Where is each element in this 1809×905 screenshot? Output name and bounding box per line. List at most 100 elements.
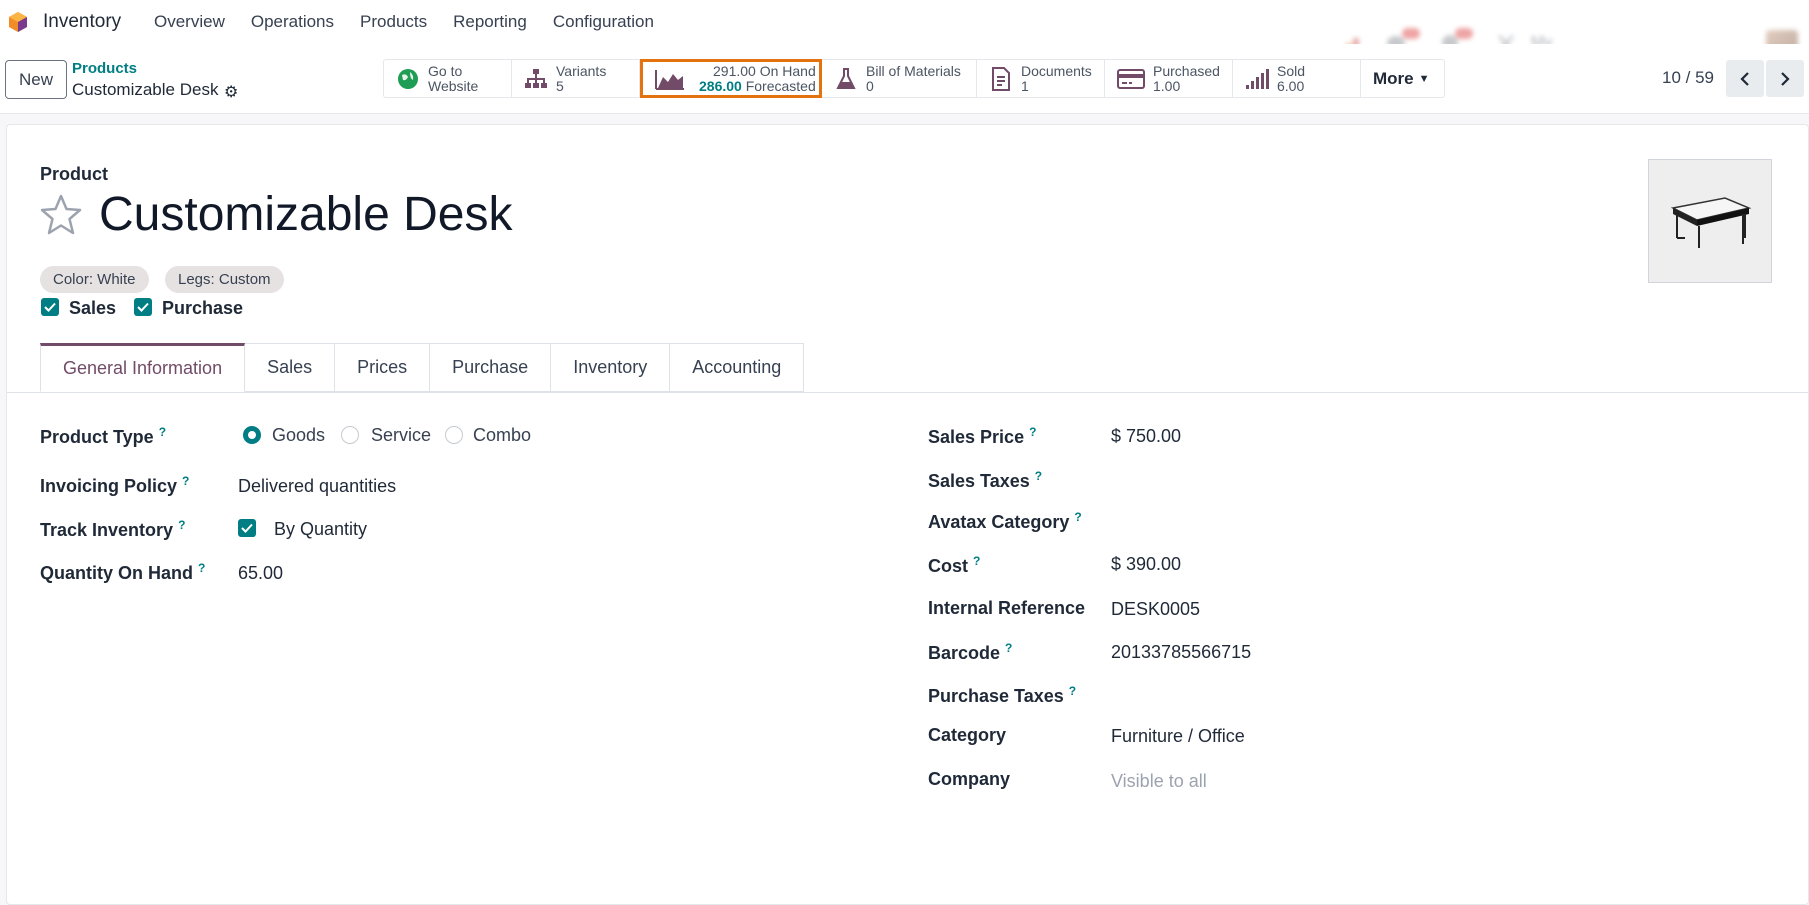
barcode-label-text: Barcode: [928, 643, 1001, 663]
main-menu: Overview Operations Products Reporting C…: [154, 12, 654, 32]
on-hand-forecasted-button[interactable]: 291.00 On Hand 286.00 Forecasted: [640, 59, 822, 98]
internal-reference-field[interactable]: DESK0005: [1111, 599, 1200, 620]
more-label: More: [1373, 68, 1414, 88]
sales-checkbox-label[interactable]: Sales: [69, 298, 116, 319]
barcode-label: Barcode?: [928, 641, 1012, 664]
globe-icon: [396, 67, 420, 91]
help-icon[interactable]: ?: [182, 474, 189, 488]
menu-reporting[interactable]: Reporting: [453, 12, 527, 32]
help-icon[interactable]: ?: [178, 518, 185, 532]
smart-buttons: Go to Website Variants 5 291.00 On Hand 28…: [383, 59, 1445, 98]
star-favorite-icon[interactable]: [39, 193, 83, 237]
invoicing-policy-field[interactable]: Delivered quantities: [238, 476, 396, 497]
new-button[interactable]: New: [5, 60, 67, 99]
product-name[interactable]: Customizable Desk: [99, 187, 512, 242]
documents-count: 1: [1021, 77, 1029, 94]
help-icon[interactable]: ?: [1074, 510, 1081, 524]
sold-button[interactable]: Sold 6.00: [1233, 60, 1361, 97]
product-type-goods-label[interactable]: Goods: [272, 425, 325, 446]
gear-icon[interactable]: ⚙: [224, 82, 238, 102]
pager-next-button[interactable]: [1766, 60, 1804, 97]
purchased-button[interactable]: Purchased 1.00: [1105, 60, 1233, 97]
invoicing-policy-label: Invoicing Policy?: [40, 474, 189, 497]
area-chart-icon: [655, 67, 685, 91]
company-field[interactable]: Visible to all: [1111, 771, 1207, 792]
pager-previous-button[interactable]: [1726, 60, 1764, 97]
product-type-label-text: Product Type: [40, 427, 154, 447]
internal-reference-label: Internal Reference: [928, 598, 1086, 618]
product-type-combo-label[interactable]: Combo: [473, 425, 531, 446]
product-type-service-radio[interactable]: [341, 426, 359, 444]
help-icon[interactable]: ?: [1029, 425, 1036, 439]
variants-count: 5: [556, 77, 564, 94]
website-line2: Website: [428, 77, 479, 94]
menu-overview[interactable]: Overview: [154, 12, 225, 32]
breadcrumb-current: Customizable Desk: [72, 80, 219, 99]
breadcrumb-products[interactable]: Products: [72, 60, 137, 77]
help-icon[interactable]: ?: [1035, 469, 1042, 483]
sold-label: Sold: [1277, 62, 1306, 79]
sales-taxes-label-text: Sales Taxes: [928, 471, 1030, 491]
tab-inventory[interactable]: Inventory: [551, 343, 671, 392]
variant-tag-legs[interactable]: Legs: Custom: [165, 266, 284, 293]
caret-down-icon: ▼: [1418, 72, 1430, 85]
help-icon[interactable]: ?: [973, 554, 980, 568]
menu-configuration[interactable]: Configuration: [553, 12, 654, 32]
avatax-category-label-text: Avatax Category: [928, 512, 1070, 532]
product-type-combo-radio[interactable]: [445, 426, 463, 444]
variants-button[interactable]: Variants 5: [512, 60, 640, 97]
form-tabs: General Information Sales Prices Purchas…: [40, 343, 805, 392]
barcode-field[interactable]: 20133785566715: [1111, 642, 1251, 663]
menu-operations[interactable]: Operations: [251, 12, 334, 32]
product-type-goods-radio[interactable]: [243, 426, 261, 444]
variant-tag-color[interactable]: Color: White: [40, 266, 149, 293]
chat-badge: [1402, 28, 1420, 39]
help-icon[interactable]: ?: [1069, 684, 1076, 698]
tab-accounting[interactable]: Accounting: [670, 343, 805, 392]
sales-taxes-label: Sales Taxes?: [928, 469, 1042, 492]
tab-prices[interactable]: Prices: [335, 343, 431, 392]
inventory-app-icon[interactable]: [7, 11, 29, 33]
help-icon[interactable]: ?: [159, 425, 166, 439]
track-inventory-label-text: Track Inventory: [40, 520, 174, 540]
qty-on-hand-label: Quantity On Hand?: [40, 561, 205, 584]
sales-checkbox[interactable]: [41, 298, 59, 316]
purchase-checkbox-label[interactable]: Purchase: [162, 298, 243, 319]
help-icon[interactable]: ?: [1005, 641, 1012, 655]
company-label: Company: [928, 769, 1011, 789]
forecasted-value: 286.00: [699, 77, 742, 94]
sitemap-icon: [524, 67, 548, 91]
on-hand-label: On Hand: [759, 62, 816, 79]
cost-field[interactable]: $ 390.00: [1111, 554, 1181, 575]
app-name[interactable]: Inventory: [43, 11, 121, 33]
purchase-checkbox[interactable]: [134, 298, 152, 316]
cost-label: Cost?: [928, 554, 980, 577]
top-navbar: Inventory Overview Operations Products R…: [0, 0, 1809, 105]
menu-products[interactable]: Products: [360, 12, 427, 32]
more-button[interactable]: More ▼: [1361, 60, 1444, 97]
clock-badge: [1455, 28, 1473, 39]
sold-qty: 6.00: [1277, 77, 1305, 94]
tab-general-information[interactable]: General Information: [40, 343, 246, 392]
product-type-service-label[interactable]: Service: [371, 425, 431, 446]
pager-value[interactable]: 10 / 59: [1662, 68, 1714, 88]
track-inventory-mode[interactable]: By Quantity: [274, 519, 367, 540]
tabs-divider: [7, 392, 1808, 393]
help-icon[interactable]: ?: [198, 561, 205, 575]
tab-purchase[interactable]: Purchase: [430, 343, 552, 392]
purchase-taxes-label-text: Purchase Taxes: [928, 686, 1064, 706]
sales-price-field[interactable]: $ 750.00: [1111, 426, 1181, 447]
documents-button[interactable]: Documents 1: [977, 60, 1105, 97]
purchased-label: Purchased: [1153, 62, 1220, 79]
bill-of-materials-button[interactable]: Bill of Materials 0: [822, 60, 977, 97]
product-image[interactable]: [1648, 159, 1772, 283]
tab-sales[interactable]: Sales: [245, 343, 336, 392]
category-field[interactable]: Furniture / Office: [1111, 726, 1245, 747]
track-inventory-checkbox[interactable]: [238, 519, 256, 537]
signal-icon: [1245, 67, 1269, 91]
product-form-sheet: Product Customizable Desk Color: White L…: [6, 124, 1809, 905]
on-hand-value: 291.00: [713, 62, 756, 79]
checkmark-icon: [241, 523, 253, 533]
qty-on-hand-value[interactable]: 65.00: [238, 563, 283, 584]
go-to-website-button[interactable]: Go to Website: [384, 60, 512, 97]
